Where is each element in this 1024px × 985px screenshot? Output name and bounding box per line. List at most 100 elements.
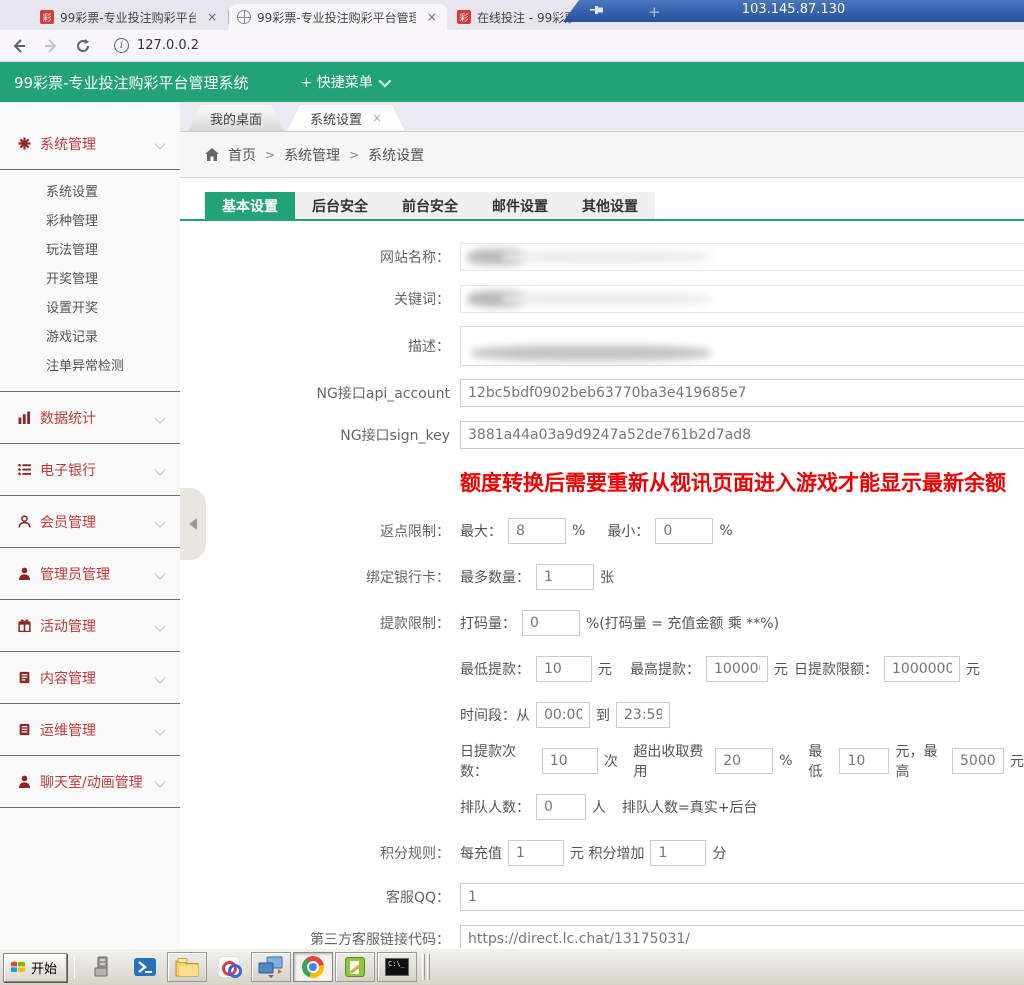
remote-desktop-icon[interactable] [251, 952, 291, 982]
tab-close-icon[interactable]: × [372, 111, 382, 125]
windows-taskbar: 开始 C:\_ [0, 948, 1024, 985]
sidebar-group-label: 聊天室/动画管理 [40, 772, 143, 792]
form-input[interactable] [839, 748, 889, 774]
sidebar-group-会员管理[interactable]: 会员管理 [0, 496, 180, 548]
form-input[interactable] [460, 883, 1024, 911]
back-icon[interactable] [6, 33, 32, 59]
sidebar-group-系统管理[interactable]: 系统管理 [0, 118, 180, 170]
form-row-balance-warning: 额度转换后需要重新从视讯页面进入游戏才能显示最新余额 [180, 456, 1024, 508]
form-input[interactable] [460, 421, 1024, 449]
sidebar-group-label: 数据统计 [40, 408, 96, 428]
form-input[interactable] [508, 518, 566, 544]
sidebar-item-注单异常检测[interactable]: 注单异常检测 [0, 352, 180, 381]
breadcrumb-system-management[interactable]: 系统管理 [284, 145, 340, 165]
settings-tab-bar: 基本设置后台安全前台安全邮件设置其他设置 [205, 192, 655, 219]
form-input[interactable] [706, 656, 768, 682]
sidebar-item-玩法管理[interactable]: 玩法管理 [0, 236, 180, 265]
form-input[interactable] [650, 840, 706, 866]
new-tab-icon[interactable]: + [648, 3, 661, 21]
form-field: 最多数量：张 [460, 564, 614, 590]
forward-icon[interactable] [38, 33, 64, 59]
sidebar-item-设置开奖[interactable]: 设置开奖 [0, 294, 180, 323]
settings-tab-后台安全[interactable]: 后台安全 [295, 192, 385, 219]
settings-tab-基本设置[interactable]: 基本设置 [205, 192, 295, 219]
sidebar-item-彩种管理[interactable]: 彩种管理 [0, 207, 180, 236]
browser-tab-title: 99彩票-专业投注购彩平台 [60, 9, 196, 26]
form-input[interactable] [536, 564, 594, 590]
form-input[interactable] [952, 748, 1004, 774]
address-bar[interactable]: 127.0.0.2 [137, 38, 199, 53]
inline-label: 最大： [460, 521, 502, 541]
notepad-plus-plus-icon[interactable] [335, 952, 375, 982]
sidebar-item-游戏记录[interactable]: 游戏记录 [0, 323, 180, 352]
sidebar-group-label: 运维管理 [40, 720, 96, 740]
form-input[interactable] [460, 379, 1024, 407]
home-icon [205, 148, 219, 161]
tab-close-icon[interactable]: × [553, 8, 563, 22]
sidebar-collapse-handle[interactable] [180, 488, 206, 560]
quick-menu-button[interactable]: + 快捷菜单 [301, 72, 388, 92]
browser-tab-admin-active[interactable]: 99彩票-专业投注购彩平台管理系 × [229, 4, 447, 30]
redacted-textarea[interactable] [460, 326, 1024, 366]
tab-close-icon[interactable]: × [424, 9, 439, 25]
form-input[interactable] [616, 702, 670, 728]
taskbar-grip[interactable] [422, 954, 425, 980]
tab-my-desktop[interactable]: 我的桌面 [188, 105, 284, 131]
form-input[interactable] [460, 925, 1024, 948]
sidebar-group-电子银行[interactable]: 电子银行 [0, 444, 180, 496]
form-row-time-range: 时间段：从到 [180, 692, 1024, 738]
sidebar-group-label: 活动管理 [40, 616, 96, 636]
inline-label: % [572, 523, 585, 539]
settings-tab-前台安全[interactable]: 前台安全 [385, 192, 475, 219]
sidebar-item-系统设置[interactable]: 系统设置 [0, 178, 180, 207]
file-explorer-icon[interactable] [167, 952, 207, 982]
settings-tab-邮件设置[interactable]: 邮件设置 [475, 192, 565, 219]
tab-close-icon[interactable]: × [204, 9, 220, 25]
inline-label: 元 [966, 659, 980, 679]
command-prompt-icon[interactable]: C:\_ [377, 952, 417, 982]
chrome-icon[interactable] [293, 952, 333, 982]
workspace-tab-bar: 我的桌面 系统设置 × [180, 102, 1024, 132]
form-input[interactable] [536, 794, 586, 820]
settings-tab-其他设置[interactable]: 其他设置 [565, 192, 655, 219]
sidebar-group-运维管理[interactable]: 运维管理 [0, 704, 180, 756]
form-input[interactable] [715, 748, 773, 774]
sidebar-group-管理员管理[interactable]: 管理员管理 [0, 548, 180, 600]
inline-label: 元 积分增加 [570, 843, 644, 863]
site-info-icon[interactable]: i [114, 38, 129, 53]
sidebar-group-内容管理[interactable]: 内容管理 [0, 652, 180, 704]
form-input[interactable] [536, 656, 592, 682]
rings-app-icon[interactable] [209, 952, 249, 982]
form-input[interactable] [655, 518, 713, 544]
redacted-input[interactable] [460, 243, 1024, 271]
taskbar-grip[interactable] [427, 954, 430, 980]
powershell-icon[interactable] [125, 952, 165, 982]
breadcrumb-system-settings[interactable]: 系统设置 [368, 145, 424, 165]
form-input[interactable] [536, 702, 590, 728]
start-button[interactable]: 开始 [3, 953, 67, 982]
form-input[interactable] [884, 656, 960, 682]
sidebar-group-数据统计[interactable]: 数据统计 [0, 392, 180, 444]
sidebar-item-开奖管理[interactable]: 开奖管理 [0, 265, 180, 294]
form-input[interactable] [508, 840, 564, 866]
reload-icon[interactable] [70, 33, 96, 59]
browser-tab-lottery-site[interactable]: 彩 99彩票-专业投注购彩平台 × [32, 4, 228, 30]
breadcrumb-home[interactable]: 首页 [228, 145, 256, 165]
sidebar-group-活动管理[interactable]: 活动管理 [0, 600, 180, 652]
form-field: 每充值元 积分增加分 [460, 840, 726, 866]
form-label: NG接口api_account [180, 383, 460, 403]
lottery-favicon-icon: 彩 [457, 10, 471, 24]
chevron-down-icon [154, 620, 165, 631]
redacted-input[interactable] [460, 285, 1024, 313]
form-input[interactable] [542, 748, 598, 774]
tab-system-settings[interactable]: 系统设置 × [287, 105, 405, 131]
pin-icon[interactable] [589, 5, 605, 17]
chevron-down-icon [154, 138, 165, 149]
rdp-connection-bar[interactable]: 103.145.87.130 [563, 0, 1024, 22]
form-field [460, 925, 1024, 948]
sidebar-group-label: 系统管理 [40, 134, 96, 154]
form-input[interactable] [522, 610, 580, 636]
sidebar-group-聊天室/动画管理[interactable]: 聊天室/动画管理 [0, 756, 180, 808]
server-manager-icon[interactable] [83, 952, 123, 982]
chrome-logo-icon [302, 956, 324, 978]
